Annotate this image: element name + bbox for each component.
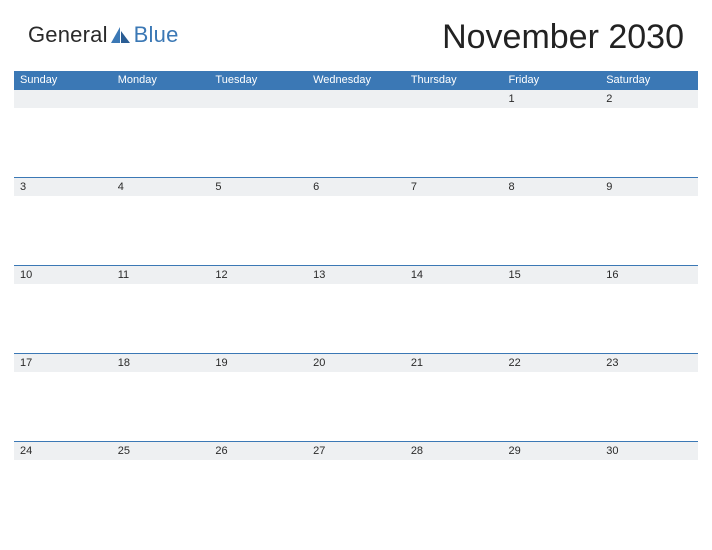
day-cell [14, 284, 112, 354]
day-cell [14, 372, 112, 442]
day-cell [112, 460, 210, 530]
day-number: 27 [307, 442, 405, 460]
day-number [405, 90, 503, 108]
day-number: 11 [112, 266, 210, 284]
day-body-row [14, 372, 698, 442]
day-number-row: 12 [14, 90, 698, 108]
day-number: 22 [503, 354, 601, 372]
logo-name: General [28, 22, 108, 47]
day-number: 30 [600, 442, 698, 460]
day-cell [600, 372, 698, 442]
day-number [14, 90, 112, 108]
day-cell [209, 460, 307, 530]
day-number: 3 [14, 178, 112, 196]
day-cell [307, 372, 405, 442]
day-cell [14, 460, 112, 530]
day-body-row [14, 284, 698, 354]
day-cell [503, 372, 601, 442]
day-cell [405, 460, 503, 530]
day-number: 16 [600, 266, 698, 284]
weekday-header-row: Sunday Monday Tuesday Wednesday Thursday… [14, 71, 698, 90]
day-cell [405, 108, 503, 178]
day-number: 18 [112, 354, 210, 372]
day-number: 8 [503, 178, 601, 196]
day-cell [600, 284, 698, 354]
day-number [112, 90, 210, 108]
day-cell [307, 108, 405, 178]
day-number: 10 [14, 266, 112, 284]
weekday-header: Tuesday [209, 71, 307, 90]
day-number: 20 [307, 354, 405, 372]
day-body-row [14, 460, 698, 530]
day-cell [307, 460, 405, 530]
day-cell [112, 196, 210, 266]
day-cell [209, 196, 307, 266]
day-number: 7 [405, 178, 503, 196]
day-cell [209, 284, 307, 354]
logo: General Blue [28, 18, 179, 48]
day-cell [503, 460, 601, 530]
day-cell [112, 284, 210, 354]
day-number: 15 [503, 266, 601, 284]
day-number: 12 [209, 266, 307, 284]
weekday-header: Thursday [405, 71, 503, 90]
day-number: 1 [503, 90, 601, 108]
day-number: 13 [307, 266, 405, 284]
day-number [307, 90, 405, 108]
calendar: Sunday Monday Tuesday Wednesday Thursday… [14, 71, 698, 530]
day-body-row [14, 108, 698, 178]
day-cell [405, 372, 503, 442]
day-number: 23 [600, 354, 698, 372]
day-cell [112, 108, 210, 178]
day-number: 17 [14, 354, 112, 372]
day-cell [503, 284, 601, 354]
day-cell [307, 196, 405, 266]
day-cell [600, 108, 698, 178]
day-cell [209, 372, 307, 442]
day-number [209, 90, 307, 108]
day-number-row: 3456789 [14, 178, 698, 196]
day-cell [14, 196, 112, 266]
page-title: November 2030 [442, 18, 684, 57]
day-cell [503, 108, 601, 178]
day-body-row [14, 196, 698, 266]
day-number: 29 [503, 442, 601, 460]
weekday-header: Friday [503, 71, 601, 90]
day-number: 19 [209, 354, 307, 372]
day-cell [600, 196, 698, 266]
day-number: 25 [112, 442, 210, 460]
logo-text: General [28, 22, 108, 48]
weekday-header: Sunday [14, 71, 112, 90]
calendar-body: 1234567891011121314151617181920212223242… [14, 90, 698, 530]
day-cell [209, 108, 307, 178]
day-number: 9 [600, 178, 698, 196]
weekday-header: Wednesday [307, 71, 405, 90]
day-number: 21 [405, 354, 503, 372]
day-cell [112, 372, 210, 442]
weekday-header: Saturday [600, 71, 698, 90]
day-number-row: 10111213141516 [14, 266, 698, 284]
day-number: 14 [405, 266, 503, 284]
day-number: 24 [14, 442, 112, 460]
day-number: 26 [209, 442, 307, 460]
header: General Blue November 2030 [28, 18, 684, 57]
day-number: 2 [600, 90, 698, 108]
day-cell [14, 108, 112, 178]
day-cell [307, 284, 405, 354]
weekday-header: Monday [112, 71, 210, 90]
day-number: 4 [112, 178, 210, 196]
day-number: 28 [405, 442, 503, 460]
day-cell [503, 196, 601, 266]
day-number-row: 24252627282930 [14, 442, 698, 460]
day-cell [600, 460, 698, 530]
day-cell [405, 284, 503, 354]
day-cell [405, 196, 503, 266]
sail-icon [110, 25, 132, 45]
day-number: 5 [209, 178, 307, 196]
day-number: 6 [307, 178, 405, 196]
logo-accent: Blue [134, 22, 179, 48]
day-number-row: 17181920212223 [14, 354, 698, 372]
